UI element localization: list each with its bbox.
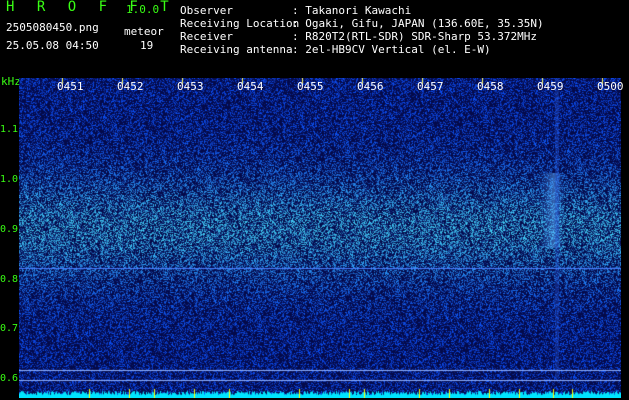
x-tick-label: 0456: [357, 80, 384, 93]
meteor-count: 19: [140, 39, 154, 52]
info-value: : Ogaki, Gifu, JAPAN (136.60E, 35.35N): [292, 17, 544, 30]
x-tick-label: 0458: [477, 80, 504, 93]
x-tick-label: 0454: [237, 80, 264, 93]
info-value: : Takanori Kawachi: [292, 4, 412, 17]
info-value: : 2el-HB9CV Vertical (el. E-W): [292, 43, 491, 56]
x-tick-label: 0452: [117, 80, 144, 93]
y-tick-label: 0.9: [0, 224, 19, 235]
spectrogram-canvas: [19, 78, 621, 398]
info-row-antenna: Receiving antenna: 2el-HB9CV Vertical (e…: [180, 43, 544, 56]
x-tick-label: 0459: [537, 80, 564, 93]
info-key: Receiver: [180, 30, 233, 43]
info-key: Receiving antenna: [180, 43, 293, 56]
info-value: : R820T2(RTL-SDR) SDR-Sharp 53.372MHz: [292, 30, 538, 43]
file-name: 2505080450.png: [6, 21, 99, 34]
info-key: Receiving Location: [180, 17, 300, 30]
meteor-label: meteor: [124, 25, 164, 38]
info-row-receiver: Receiver : R820T2(RTL-SDR) SDR-Sharp 53.3…: [180, 30, 544, 43]
app-version: 1.0.0: [126, 3, 160, 16]
x-tick-label: 0457: [417, 80, 444, 93]
observation-info: Observer : Takanori Kawachi Receiving Loc…: [180, 4, 544, 56]
y-tick-label: 0.8: [0, 274, 19, 285]
timestamp: 25.05.08 04:50: [6, 39, 99, 52]
y-tick-label: 1.0: [0, 174, 19, 185]
info-row-observer: Observer : Takanori Kawachi: [180, 4, 544, 17]
x-tick-label: 0455: [297, 80, 324, 93]
y-tick-label: 0.7: [0, 323, 19, 334]
info-row-location: Receiving Location: Ogaki, Gifu, JAPAN (…: [180, 17, 544, 30]
unit-label: kHz: [1, 75, 21, 88]
x-tick-label: 0453: [177, 80, 204, 93]
y-tick-label: 0.6: [0, 373, 19, 384]
y-tick-label: 1.1: [0, 124, 19, 135]
x-tick-label: 0451: [57, 80, 84, 93]
info-key: Observer: [180, 4, 233, 17]
x-tick-label: 0500: [597, 80, 624, 93]
